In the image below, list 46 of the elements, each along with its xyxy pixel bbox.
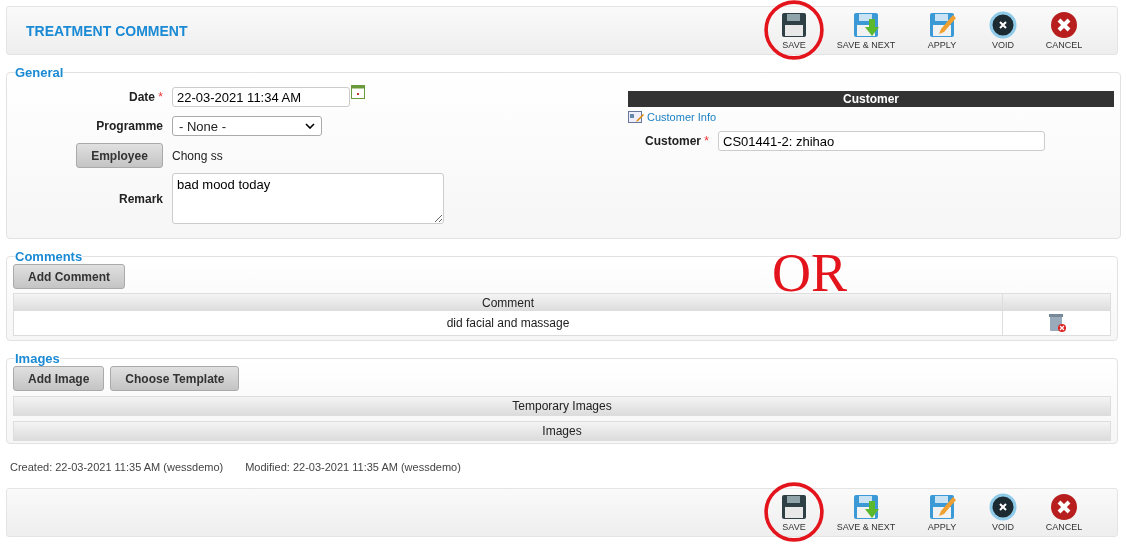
toolbar-button[interactable]: SAVE & NEXT (831, 11, 901, 50)
programme-select[interactable]: - None - (172, 116, 322, 136)
card-edit-icon (628, 110, 644, 124)
employee-button[interactable]: Employee (76, 143, 163, 168)
customer-field[interactable]: CS01441-2: zhihao (718, 131, 1045, 151)
image-button[interactable]: Add Image (13, 366, 105, 391)
edit-icon (928, 493, 956, 521)
toolbar-button[interactable]: SAVE & NEXT (831, 493, 901, 532)
field-label: Date * (128, 90, 164, 104)
field-label: Remark (117, 191, 164, 206)
section-header: Temporary Images (13, 396, 1111, 416)
date-field[interactable]: 22-03-2021 11:34 AM (172, 87, 350, 107)
created-text: Created: 22-03-2021 11:35 AM (wessdemo) (10, 461, 224, 473)
toolbar-button[interactable]: APPLY (917, 493, 967, 532)
edit-icon (928, 11, 956, 39)
void-icon (989, 493, 1017, 521)
section-legend: General (15, 65, 64, 80)
image-button[interactable]: Choose Template (110, 366, 240, 391)
customer-info-link[interactable]: Customer Info (647, 111, 717, 123)
section-legend: Comments (15, 249, 83, 264)
remark-field[interactable]: bad mood today (172, 173, 444, 224)
toolbar-button[interactable]: VOID (983, 493, 1023, 532)
caret-icon (305, 123, 315, 129)
cancel-icon (1050, 493, 1078, 521)
add-comment-button[interactable]: Add Comment (13, 264, 125, 289)
save-icon (780, 493, 808, 521)
void-icon (989, 11, 1017, 39)
toolbar-button[interactable]: CANCEL (1039, 493, 1089, 532)
toolbar-button[interactable]: CANCEL (1039, 11, 1089, 50)
employee-name: Chong ss (172, 148, 223, 163)
section-header: Images (13, 421, 1111, 441)
calendar-icon[interactable] (351, 85, 365, 99)
page-title: TREATMENT COMMENT (26, 22, 188, 39)
section-legend: Images (15, 351, 60, 366)
field-label: Programme (95, 119, 164, 133)
cancel-icon (1050, 11, 1078, 39)
customer-header: Customer (628, 91, 1114, 107)
table-cell: did facial and massage (14, 311, 1003, 335)
save-icon (852, 11, 880, 39)
delete-icon[interactable] (1047, 313, 1066, 333)
field-label: Customer * (644, 134, 710, 148)
toolbar-button[interactable]: APPLY (917, 11, 967, 50)
toolbar-button[interactable]: VOID (983, 11, 1023, 50)
save-icon (852, 493, 880, 521)
modified-text: Modified: 22-03-2021 11:35 AM (wessdemo) (245, 461, 461, 473)
save-icon (780, 11, 808, 39)
